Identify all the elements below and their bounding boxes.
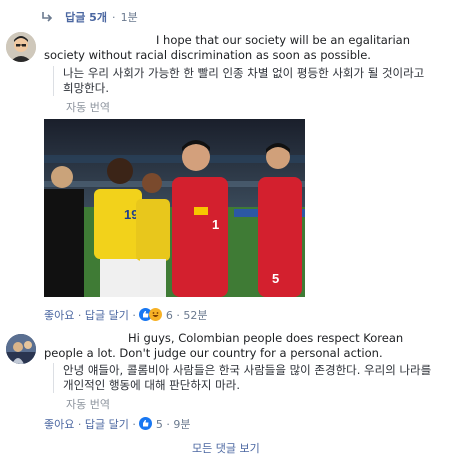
like-button[interactable]: 좋아요 <box>44 309 74 322</box>
reply-arrow-icon <box>40 8 54 27</box>
comment-2-text: Hi guys, Colombian people does respect K… <box>44 331 404 360</box>
avatar[interactable] <box>6 334 36 364</box>
commenter-name-redacted[interactable] <box>44 332 128 342</box>
attached-photo[interactable]: 19 1 5 <box>44 119 305 297</box>
like-reaction-icon <box>139 417 153 430</box>
replies-row[interactable]: 답글 5개 · 1분 <box>40 6 138 27</box>
comment-2-translation: 안녕 얘들아, 콜롬비아 사람들은 한국 사람들을 많이 존경한다. 우리의 나… <box>53 363 439 393</box>
reply-time: 1분 <box>120 11 138 24</box>
comment-time: 52분 <box>183 309 208 322</box>
reply-button[interactable]: 답글 달기 <box>85 309 129 322</box>
reactions[interactable]: 5 <box>139 417 166 431</box>
separator: · <box>77 309 82 322</box>
reactions[interactable]: 6 <box>139 308 176 322</box>
reply-button[interactable]: 답글 달기 <box>85 418 129 431</box>
comment-1-actions: 좋아요 · 답글 달기 · 6 · 52분 <box>44 307 207 323</box>
jersey-number-1: 1 <box>212 217 219 232</box>
comment-1-translation: 나는 우리 사회가 가능한 한 빨리 인종 차별 없이 평등한 사회가 될 것이… <box>53 66 435 96</box>
separator: · <box>166 418 170 431</box>
translation-text: 안녕 얘들아, 콜롬비아 사람들은 한국 사람들을 많이 존경한다. 우리의 나… <box>63 363 432 392</box>
separator: · <box>176 309 180 322</box>
comment-1-text: I hope that our society will be an egali… <box>44 33 411 62</box>
comment-2-actions: 좋아요 · 답글 달기 · 5 · 9분 <box>44 416 190 432</box>
separator: · <box>112 11 116 24</box>
separator: · <box>132 418 136 431</box>
replies-link[interactable]: 답글 5개 <box>65 11 107 24</box>
commenter-name-redacted[interactable] <box>44 34 156 44</box>
separator: · <box>77 418 82 431</box>
reaction-count: 5 <box>155 418 163 431</box>
jersey-number-5: 5 <box>272 271 279 286</box>
haha-reaction-icon <box>149 308 163 321</box>
auto-translate-label[interactable]: 자동 번역 <box>66 99 110 115</box>
reaction-count: 6 <box>165 309 173 322</box>
like-button[interactable]: 좋아요 <box>44 418 74 431</box>
comment-time: 9분 <box>173 418 191 431</box>
separator: · <box>132 309 136 322</box>
view-all-comments-link[interactable]: 모든 댓글 보기 <box>192 440 260 456</box>
translation-text: 나는 우리 사회가 가능한 한 빨리 인종 차별 없이 평등한 사회가 될 것이… <box>63 66 425 95</box>
auto-translate-label[interactable]: 자동 번역 <box>66 396 110 412</box>
avatar[interactable] <box>6 32 36 62</box>
